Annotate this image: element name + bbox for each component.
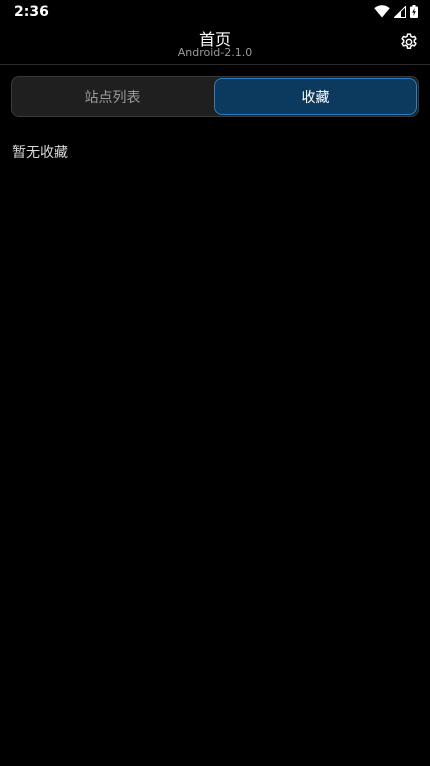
tab-favorites-label: 收藏 bbox=[301, 89, 330, 106]
signal-icon bbox=[393, 3, 406, 22]
battery-icon bbox=[410, 3, 418, 22]
gear-icon bbox=[399, 32, 419, 56]
status-bar: 2:36 bbox=[0, 0, 430, 24]
tab-bar: 站点列表 收藏 bbox=[11, 76, 419, 117]
tab-site-list-label: 站点列表 bbox=[84, 89, 141, 106]
tab-favorites[interactable]: 收藏 bbox=[214, 78, 417, 115]
status-time: 2:36 bbox=[14, 4, 49, 20]
wifi-icon bbox=[374, 3, 390, 22]
tab-site-list[interactable]: 站点列表 bbox=[12, 77, 213, 116]
status-icons bbox=[374, 3, 418, 22]
settings-button[interactable] bbox=[398, 33, 420, 55]
empty-message: 暂无收藏 bbox=[12, 145, 68, 161]
app-bar: 首页 Android-2.1.0 bbox=[0, 24, 430, 65]
app-version: Android-2.1.0 bbox=[177, 46, 253, 59]
